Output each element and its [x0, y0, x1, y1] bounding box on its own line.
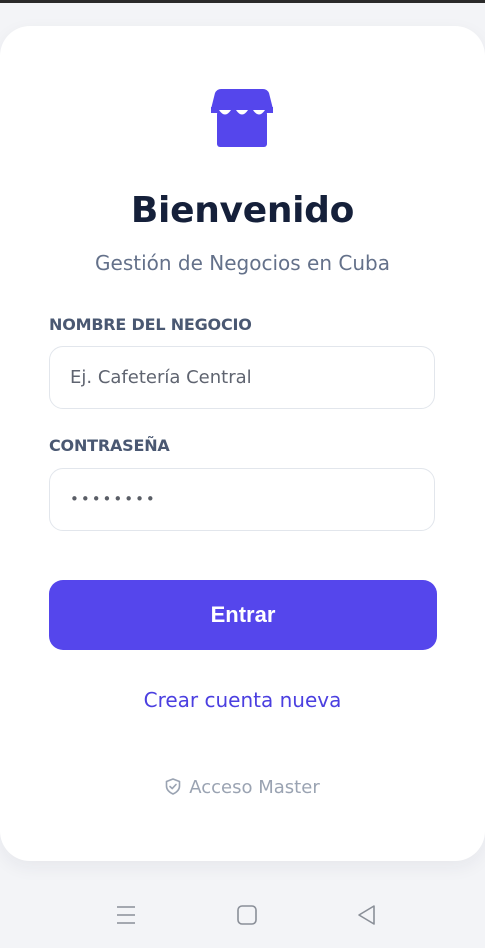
page-title: Bienvenido — [130, 190, 355, 231]
store-icon — [211, 89, 273, 147]
shield-check-icon — [165, 778, 181, 795]
status-bar-edge — [0, 0, 485, 3]
login-button[interactable]: Entrar — [49, 580, 437, 650]
business-name-field-box — [49, 346, 435, 409]
menu-icon[interactable] — [113, 902, 139, 928]
home-square-icon[interactable] — [234, 902, 260, 928]
password-label: CONTRASEÑA — [49, 436, 170, 455]
master-access-link[interactable]: Acceso Master — [0, 777, 485, 798]
master-access-label: Acceso Master — [189, 777, 320, 798]
password-input[interactable]: •••••••• — [70, 469, 157, 530]
create-account-link[interactable]: Crear cuenta nueva — [0, 688, 485, 712]
password-field-box[interactable]: •••••••• — [49, 468, 435, 531]
business-name-input[interactable] — [50, 347, 434, 408]
page-subtitle: Gestión de Negocios en Cuba — [95, 251, 390, 275]
back-triangle-icon[interactable] — [354, 902, 380, 928]
business-name-label: NOMBRE DEL NEGOCIO — [49, 315, 252, 334]
system-navigation-bar — [0, 880, 485, 948]
